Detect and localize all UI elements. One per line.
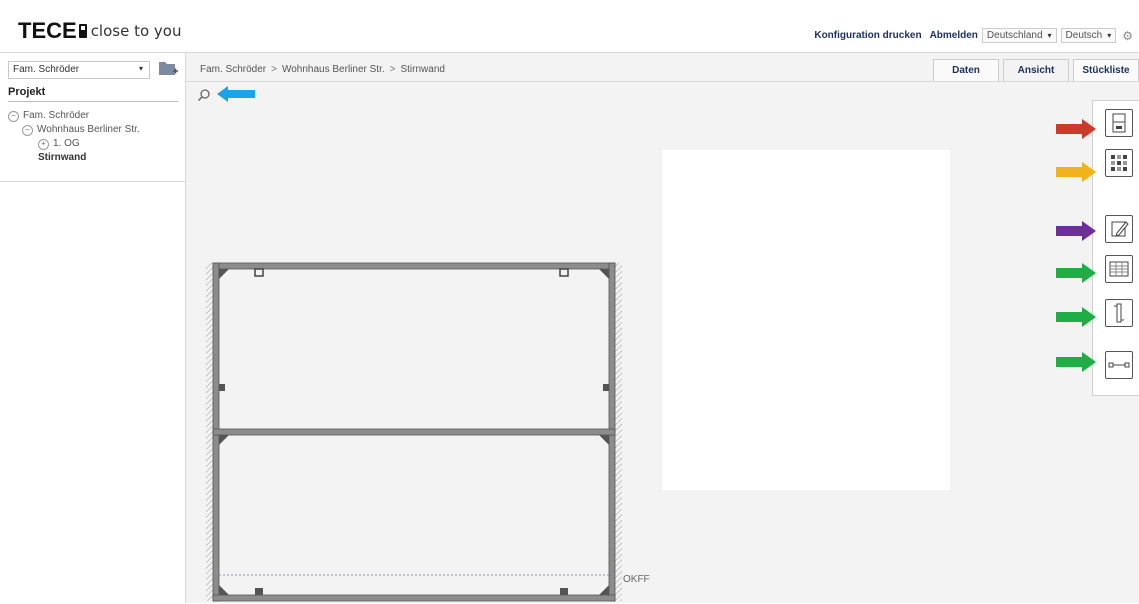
middle-rail [212, 428, 616, 436]
arrow-indicator-green [1056, 307, 1096, 327]
arrow-indicator-yellow [1056, 162, 1096, 182]
arrow-indicator-red [1056, 119, 1096, 139]
logout-link[interactable]: Abmelden [930, 30, 978, 41]
tree-item-family[interactable]: − Fam. Schröder [8, 109, 140, 123]
grid-pattern-icon[interactable] [1105, 149, 1133, 177]
tree-item-building[interactable]: − Wohnhaus Berliner Str. [8, 123, 140, 137]
mounting-clip [254, 268, 264, 277]
breadcrumb: Fam. Schröder > Wohnhaus Berliner Str. > Sti… [200, 64, 445, 75]
breadcrumb-item[interactable]: Wohnhaus Berliner Str. [282, 64, 385, 75]
arrow-shape [1056, 263, 1096, 283]
wall-frame-drawing[interactable] [204, 259, 624, 604]
arrow-shape [1056, 307, 1096, 327]
arrow-shape [1056, 352, 1096, 372]
chevron-down-icon: ▾ [1047, 31, 1052, 40]
tabs-divider [186, 81, 1139, 82]
breadcrumb-separator: > [389, 64, 396, 75]
floor-level-label: OKFF [623, 574, 650, 585]
print-configuration-link[interactable]: Konfiguration drucken [814, 30, 921, 41]
language-value: Deutsch [1065, 30, 1103, 41]
corner-bracket [599, 435, 609, 445]
collapse-icon[interactable]: − [8, 111, 19, 122]
tab-daten[interactable]: Daten [933, 59, 999, 82]
project-select-value: Fam. Schröder [13, 64, 80, 75]
breadcrumb-item-current: Stirnwand [400, 64, 445, 75]
chevron-down-icon: ▾ [138, 64, 143, 73]
tab-ansicht[interactable]: Ansicht [1003, 59, 1069, 82]
top-rail [212, 262, 616, 270]
breadcrumb-separator: > [271, 64, 277, 75]
project-select[interactable]: Fam. Schröder ▾ [8, 61, 150, 79]
left-wall-hatch [206, 263, 213, 601]
zoom-icon[interactable] [197, 88, 211, 102]
project-sidebar: Fam. Schröder ▾ Projekt − Fam. Schröder −… [0, 53, 186, 603]
sidebar-divider [0, 181, 185, 182]
header-actions: Konfiguration drucken Abmelden Deutschla… [806, 28, 1133, 43]
corner-bracket [219, 435, 229, 445]
zoom-arrow-indicator [217, 86, 255, 102]
project-tree: − Fam. Schröder − Wohnhaus Berliner Str. +… [8, 109, 140, 165]
side-clip [219, 384, 225, 391]
corner-bracket [219, 585, 229, 595]
country-select[interactable]: Deutschland ▾ [981, 28, 1057, 43]
vertical-profile-icon[interactable] [1105, 299, 1133, 327]
add-folder-icon[interactable] [157, 58, 179, 78]
tree-item-floor[interactable]: +1. OG [8, 137, 140, 151]
view-tabs: Daten Ansicht Stückliste [929, 59, 1139, 82]
arrow-indicator-green [1056, 263, 1096, 283]
preview-panel [662, 150, 950, 490]
breadcrumb-item[interactable]: Fam. Schröder [200, 64, 266, 75]
tece-logo[interactable]: TECE close to you [18, 18, 181, 44]
bottom-rail [212, 594, 616, 602]
arrow-shape [1056, 221, 1096, 241]
corner-bracket [599, 585, 609, 595]
chevron-down-icon: ▾ [1107, 31, 1112, 40]
corner-bracket [219, 269, 229, 279]
tree-item-label: 1. OG [53, 138, 80, 149]
arrow-indicator-green [1056, 352, 1096, 372]
arrow-indicator-purple [1056, 221, 1096, 241]
corner-bracket [599, 269, 609, 279]
connector-icon[interactable] [1105, 351, 1133, 379]
country-value: Deutschland [986, 30, 1043, 41]
tree-item-label: Wohnhaus Berliner Str. [37, 124, 140, 135]
collapse-icon[interactable]: − [22, 125, 33, 136]
tree-item-wall[interactable]: Stirnwand [8, 151, 140, 165]
main-content: Fam. Schröder > Wohnhaus Berliner Str. > Sti… [186, 53, 1139, 603]
arrow-shape [1056, 162, 1096, 182]
right-toolbar [1092, 100, 1139, 396]
mounting-clip [559, 268, 569, 277]
panel-rows-icon[interactable] [1105, 255, 1133, 283]
side-clip [603, 384, 609, 391]
logo-brand: TECE [18, 18, 77, 43]
arrow-shape [1056, 119, 1096, 139]
gear-icon[interactable]: ⚙ [1122, 29, 1133, 43]
language-select[interactable]: Deutsch ▾ [1060, 28, 1117, 43]
frame-element-icon[interactable] [1105, 109, 1133, 137]
app-header: TECE close to you Konfiguration drucken … [0, 0, 1139, 53]
zoom-arrow-shape [217, 86, 255, 102]
logo-tagline: close to you [90, 22, 182, 40]
project-section-title: Projekt [8, 86, 178, 102]
edit-icon[interactable] [1105, 215, 1133, 243]
foot-clip [255, 588, 263, 595]
right-wall-hatch [615, 263, 622, 601]
foot-clip [560, 588, 568, 595]
expand-icon[interactable]: + [38, 139, 49, 150]
logo-mark-icon [78, 24, 87, 38]
tree-item-label: Fam. Schröder [23, 110, 90, 121]
tab-stueckliste[interactable]: Stückliste [1073, 59, 1139, 82]
